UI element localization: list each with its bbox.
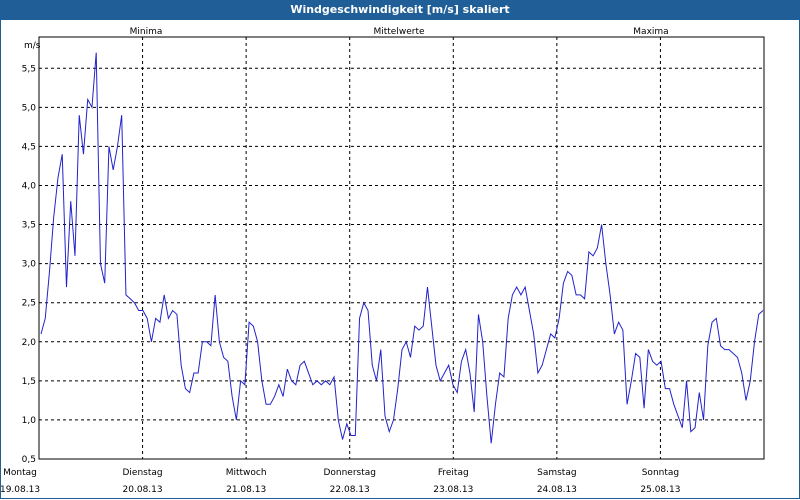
x-tick-date: 21.08.13 <box>226 485 266 495</box>
x-tick-day: Samstag <box>537 468 576 478</box>
x-tick-day: Donnerstag <box>323 468 376 478</box>
y-tick-label: 0,5 <box>22 455 36 465</box>
y-tick-label: 4,0 <box>22 181 37 191</box>
x-tick-date: 25.08.13 <box>640 485 680 495</box>
x-tick-day: Montag <box>3 468 37 478</box>
x-tick-date: 19.08.13 <box>1 485 40 495</box>
y-axis-unit: m/s <box>24 41 41 51</box>
y-tick-label: 5,0 <box>22 103 37 113</box>
y-tick-label: 4,5 <box>22 142 36 152</box>
x-tick-date: 23.08.13 <box>433 485 473 495</box>
x-tick-date: 22.08.13 <box>330 485 370 495</box>
y-tick-label: 2,5 <box>22 299 36 309</box>
plot-area <box>38 36 765 460</box>
y-tick-label: 5,5 <box>22 64 36 74</box>
y-tick-label: 1,5 <box>22 377 36 387</box>
x-tick-date: 20.08.13 <box>123 485 163 495</box>
legend-minima: Minima <box>130 27 163 37</box>
x-tick-day: Dienstag <box>123 468 163 478</box>
y-tick-label: 2,0 <box>22 338 37 348</box>
y-tick-labels: 0,5 1,0 1,5 2,0 2,5 3,0 3,5 4,0 4,5 5,0 5,5 <box>22 64 37 465</box>
y-tick-label: 1,0 <box>22 416 37 426</box>
legend-maxima: Maxima <box>633 27 668 37</box>
chart-frame: m/s Minima Mittelwerte Maxima 0,5 1,0 1,5 2… <box>0 20 800 499</box>
x-tick-day: Freitag <box>438 468 469 478</box>
y-tick-label: 3,5 <box>22 221 36 231</box>
wind-speed-chart: m/s Minima Mittelwerte Maxima 0,5 1,0 1,5 2… <box>1 27 765 495</box>
x-tick-date: 24.08.13 <box>537 485 577 495</box>
x-tick-labels: Montag 19.08.13 Dienstag 20.08.13 Mittwoch 21… <box>1 468 680 495</box>
window-title: Windgeschwindigkeit [m/s] skaliert <box>0 0 800 20</box>
x-tick-day: Sonntag <box>642 468 679 478</box>
x-tick-day: Mittwoch <box>226 468 267 478</box>
legend-mittelwerte: Mittelwerte <box>373 27 424 37</box>
y-tick-label: 3,0 <box>22 260 37 270</box>
